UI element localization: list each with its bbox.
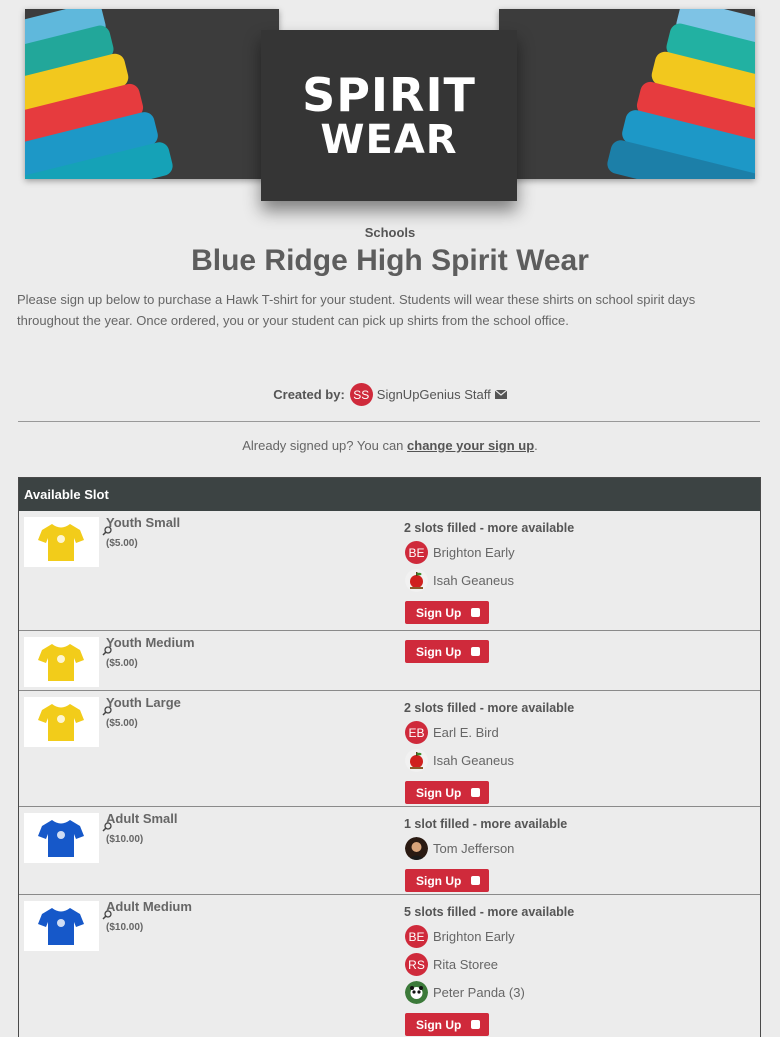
- product-price: ($5.00): [106, 718, 138, 729]
- table-header: Available Slot: [19, 478, 760, 511]
- person-name: Rita Storee: [433, 957, 499, 972]
- table-row: Adult Medium ($10.00) 5 slots filled - mor…: [19, 895, 760, 1037]
- table-row: Youth Medium ($5.00) Sign Up: [19, 631, 760, 691]
- signed-up-person: Tom Jefferson: [405, 837, 514, 860]
- creator-avatar: SS: [349, 383, 373, 406]
- person-avatar: EB: [405, 721, 428, 744]
- divider: [18, 421, 760, 422]
- apple-icon: [405, 569, 428, 592]
- product-price: ($5.00): [106, 538, 138, 549]
- sign-up-label: Sign Up: [416, 873, 462, 888]
- change-signup-link[interactable]: change your sign up: [407, 438, 534, 453]
- person-name: Isah Geaneus: [433, 753, 514, 768]
- product-thumbnail[interactable]: [24, 901, 112, 951]
- signed-up-person: Peter Panda (3): [405, 981, 525, 1004]
- slots-filled-text: 1 slot filled - more available: [404, 817, 568, 831]
- product-price: ($10.00): [106, 834, 144, 845]
- folded-shirts-image-right: [499, 9, 755, 179]
- product-name: Youth Large: [106, 695, 181, 710]
- person-name: Peter Panda (3): [433, 985, 525, 1000]
- table-row: Youth Small ($5.00) 2 slots filled - more …: [19, 511, 760, 631]
- sign-up-button[interactable]: Sign Up: [405, 1013, 489, 1036]
- person-name: Earl E. Bird: [433, 725, 499, 740]
- person-avatar: RS: [405, 953, 428, 976]
- envelope-icon[interactable]: [494, 390, 507, 399]
- portrait-photo: [405, 837, 428, 860]
- panda-photo: [405, 981, 428, 1004]
- product-name: Youth Medium: [106, 635, 195, 650]
- signed-up-person: BE Brighton Early: [405, 925, 515, 948]
- spirit-wear-logo: SPIRIT WEAR: [261, 30, 517, 201]
- product-name: Adult Medium: [106, 899, 192, 914]
- sign-up-button[interactable]: Sign Up: [405, 869, 489, 892]
- signed-up-person: Isah Geaneus: [405, 749, 514, 772]
- signed-up-person: EB Earl E. Bird: [405, 721, 499, 744]
- person-name: Tom Jefferson: [433, 841, 515, 856]
- person-name: Isah Geaneus: [433, 573, 514, 588]
- signed-up-person: RS Rita Storee: [405, 953, 498, 976]
- table-rows: Youth Small ($5.00) 2 slots filled - more …: [19, 511, 760, 1037]
- already-signed-up: Already signed up? You can change your s…: [0, 438, 780, 453]
- checkbox-icon: [471, 1020, 481, 1029]
- sign-up-label: Sign Up: [416, 1017, 462, 1032]
- product-name: Youth Small: [106, 515, 181, 530]
- checkbox-icon: [471, 647, 481, 656]
- slots-filled-text: 5 slots filled - more available: [404, 905, 575, 919]
- sign-up-label: Sign Up: [416, 785, 462, 800]
- table-row: Adult Small ($10.00) 1 slot filled - more …: [19, 807, 760, 895]
- product-thumbnail[interactable]: [24, 637, 112, 687]
- signup-description: Please sign up below to purchase a Hawk …: [17, 292, 696, 328]
- already-suffix: .: [534, 438, 538, 453]
- person-avatar: BE: [405, 925, 428, 948]
- signed-up-person: BE Brighton Early: [405, 541, 515, 564]
- person-name: Brighton Early: [433, 545, 515, 560]
- checkbox-icon: [471, 608, 481, 617]
- sign-up-button[interactable]: Sign Up: [405, 781, 489, 804]
- created-by-label: Created by:: [273, 387, 345, 402]
- product-price: ($10.00): [106, 922, 144, 933]
- category-label: Schools: [364, 225, 416, 240]
- apple-icon: [405, 749, 428, 772]
- creator-name: SignUpGenius Staff: [376, 387, 491, 402]
- slots-filled-text: 2 slots filled - more available: [404, 521, 575, 535]
- table-row: Youth Large ($5.00) 2 slots filled - more …: [19, 691, 760, 807]
- checkbox-icon: [471, 788, 481, 797]
- product-price: ($5.00): [106, 658, 138, 669]
- created-by: Created by: SS SignUpGenius Staff: [0, 383, 780, 406]
- product-thumbnail[interactable]: [24, 813, 112, 863]
- signed-up-person: Isah Geaneus: [405, 569, 514, 592]
- sign-up-label: Sign Up: [416, 644, 462, 659]
- banner-line1: SPIRIT: [302, 67, 476, 122]
- folded-shirts-image-left: [25, 9, 279, 179]
- sign-up-button[interactable]: Sign Up: [405, 640, 489, 663]
- checkbox-icon: [471, 876, 481, 885]
- product-name: Adult Small: [106, 811, 178, 826]
- product-thumbnail[interactable]: [24, 517, 112, 567]
- banner-line2: WEAR: [320, 116, 458, 163]
- product-thumbnail[interactable]: [24, 697, 112, 747]
- sign-up-label: Sign Up: [416, 605, 462, 620]
- slots-filled-text: 2 slots filled - more available: [404, 701, 575, 715]
- slots-table: Available Slot Youth Small ($5.00) 2 slots…: [18, 477, 761, 1037]
- already-prefix: Already signed up? You can: [242, 438, 408, 453]
- person-avatar: BE: [405, 541, 428, 564]
- page-title: Blue Ridge High Spirit Wear: [191, 244, 589, 277]
- sign-up-button[interactable]: Sign Up: [405, 601, 489, 624]
- person-name: Brighton Early: [433, 929, 515, 944]
